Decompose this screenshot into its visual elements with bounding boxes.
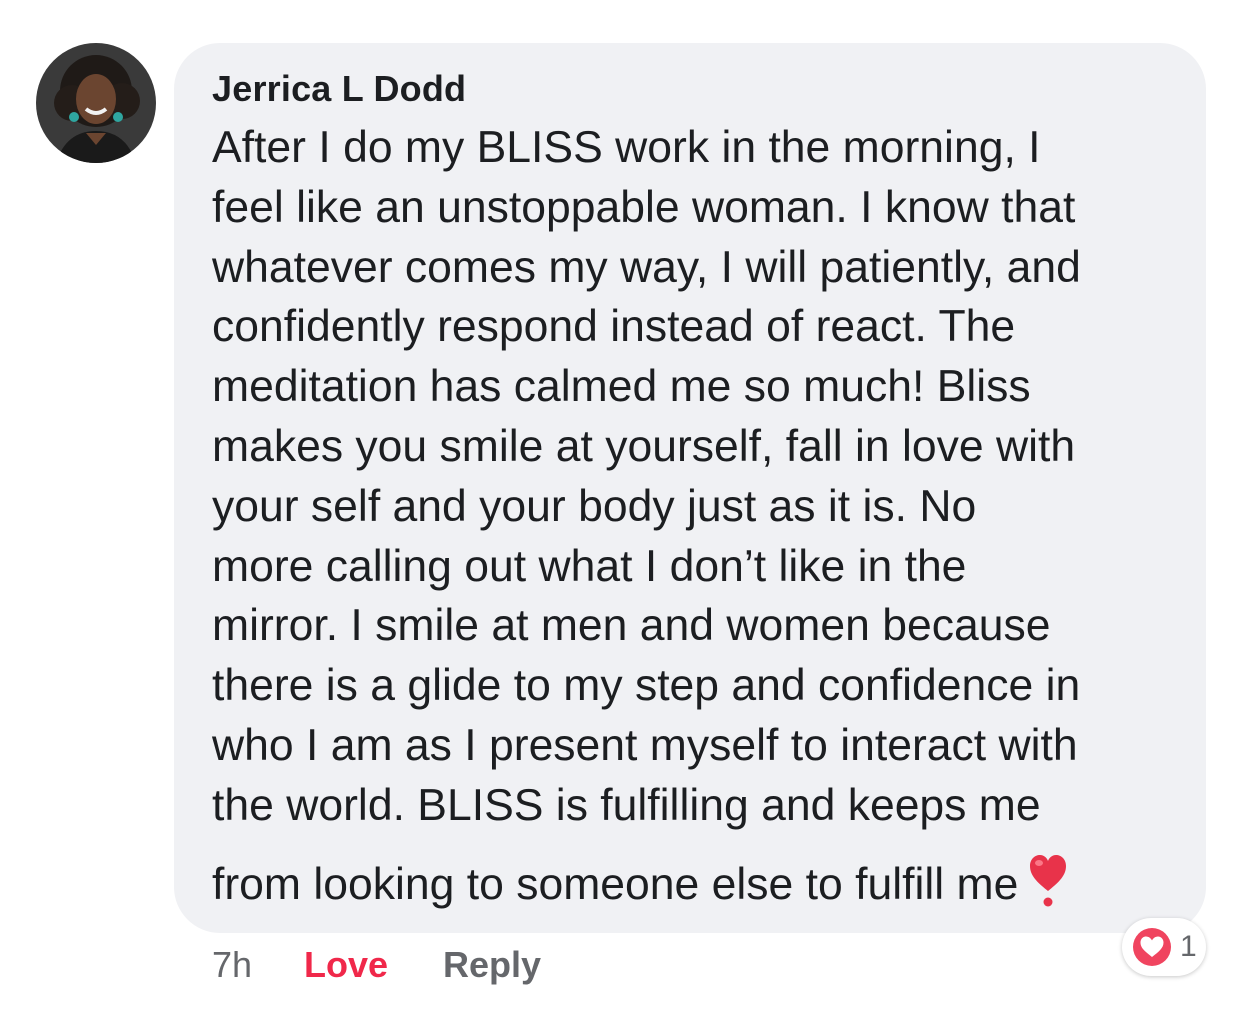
comment-text: After I do my BLISS work in the morning,… bbox=[212, 118, 1197, 912]
comment-line: your self and your body just as it is. N… bbox=[212, 481, 977, 531]
reaction-count: 1 bbox=[1180, 930, 1197, 963]
comment-line: meditation has calmed me so much! Bliss bbox=[212, 362, 1031, 412]
comment-line: makes you smile at yourself, fall in lov… bbox=[212, 421, 1076, 471]
comment-line: After I do my BLISS work in the morning,… bbox=[212, 123, 1041, 172]
reply-button[interactable]: Reply bbox=[443, 941, 541, 989]
avatar-image bbox=[36, 43, 156, 163]
comment-line: confidently respond instead of react. Th… bbox=[212, 302, 1016, 352]
comment-line: who I am as I present myself to interact… bbox=[212, 720, 1078, 770]
comment-author[interactable]: Jerrica L Dodd bbox=[212, 68, 466, 110]
comment-line-last: from looking to someone else to fulfill … bbox=[212, 853, 1197, 913]
comment-line: feel like an unstoppable woman. I know t… bbox=[212, 182, 1076, 232]
reaction-summary[interactable]: 1 bbox=[1122, 918, 1206, 976]
avatar[interactable] bbox=[36, 43, 156, 163]
heart-emoji-icon bbox=[1028, 853, 1068, 923]
comment-timestamp[interactable]: 7h bbox=[212, 941, 252, 989]
comment-line-text: from looking to someone else to fulfill … bbox=[212, 859, 1019, 909]
comment-line: more calling out what I don’t like in th… bbox=[212, 541, 967, 591]
love-button[interactable]: Love bbox=[304, 941, 388, 989]
comment-line: there is a glide to my step and confiden… bbox=[212, 661, 1081, 711]
comment-line: mirror. I smile at men and women because bbox=[212, 601, 1051, 651]
love-reaction-icon bbox=[1131, 926, 1173, 968]
comment-line: the world. BLISS is fulfilling and keeps… bbox=[212, 780, 1041, 830]
comment-line: whatever comes my way, I will patiently,… bbox=[212, 242, 1081, 292]
